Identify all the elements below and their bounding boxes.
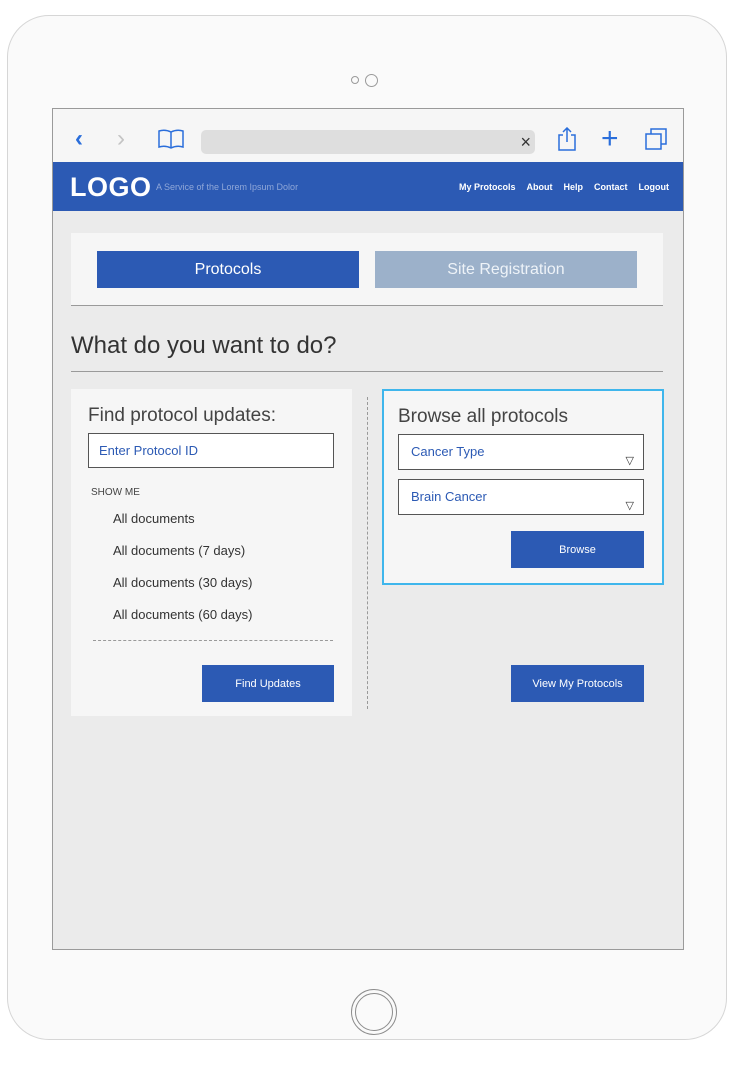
option-7-days[interactable]: All documents (7 days) [113,543,245,558]
subtype-value: Brain Cancer [411,489,487,504]
option-60-days[interactable]: All documents (60 days) [113,607,252,622]
url-bar[interactable]: × [201,130,535,154]
cancer-type-select[interactable]: Cancer Type ▽ [398,434,644,470]
option-30-days[interactable]: All documents (30 days) [113,575,252,590]
chevron-down-icon: ▽ [625,500,634,512]
view-my-protocols-button[interactable]: View My Protocols [511,665,644,702]
site-header: LOGO A Service of the Lorem Ipsum Dolor … [53,162,683,211]
tagline: A Service of the Lorem Ipsum Dolor [156,182,299,192]
browse-card: Browse all protocols Cancer Type ▽ Brain… [382,389,664,585]
nav-help[interactable]: Help [563,182,583,192]
tab-site-registration[interactable]: Site Registration [375,251,637,288]
browse-title: Browse all protocols [398,406,569,427]
forward-icon[interactable]: › [117,125,125,152]
logo[interactable]: LOGO [70,172,152,203]
chevron-down-icon: ▽ [625,455,634,467]
share-icon[interactable] [558,127,576,151]
home-button[interactable] [351,989,397,1035]
screen: ‹ › × + LOGO A Service of the Lorem Ipsu… [52,108,684,950]
main-nav: My Protocols About Help Contact Logout [459,182,669,192]
find-updates-button[interactable]: Find Updates [202,665,334,702]
nav-contact[interactable]: Contact [594,182,628,192]
subtype-select[interactable]: Brain Cancer ▽ [398,479,644,515]
book-icon[interactable] [158,127,184,151]
page-heading: What do you want to do? [71,332,337,359]
show-me-label: SHOW ME [91,487,140,498]
cancer-type-value: Cancer Type [411,444,485,459]
nav-my-protocols[interactable]: My Protocols [459,182,516,192]
sensor-icon [351,76,359,84]
tabs-icon[interactable] [645,127,667,151]
nav-about[interactable]: About [526,182,552,192]
find-updates-card: Find protocol updates: Enter Protocol ID… [71,389,352,716]
browse-button[interactable]: Browse [511,531,644,568]
clear-icon[interactable]: × [520,132,531,152]
heading-divider [71,371,663,372]
find-updates-title: Find protocol updates: [88,405,277,426]
protocol-id-input[interactable]: Enter Protocol ID [88,433,334,468]
tab-protocols[interactable]: Protocols [97,251,359,288]
options-divider [93,640,333,641]
camera-lens-icon [365,73,378,87]
option-all-documents[interactable]: All documents [113,511,195,526]
browser-toolbar: ‹ › × + [53,109,683,162]
camera [351,73,378,87]
tab-panel: Protocols Site Registration [71,233,663,306]
nav-logout[interactable]: Logout [639,182,670,192]
new-tab-icon[interactable]: + [601,122,619,155]
back-icon[interactable]: ‹ [75,125,83,152]
column-divider [367,397,368,709]
